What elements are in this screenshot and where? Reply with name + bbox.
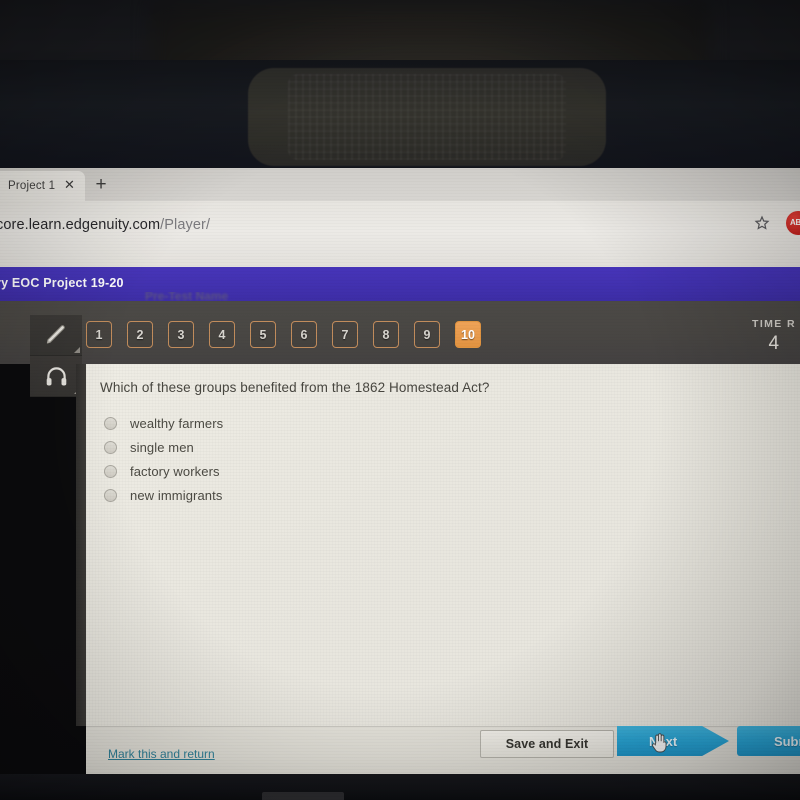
tool-expand-indicator: [74, 347, 80, 353]
question-number-10[interactable]: 10: [455, 321, 481, 348]
answer-choice-label: single men: [130, 439, 194, 455]
headphones-icon: [46, 366, 66, 385]
bookmark-star-icon[interactable]: [754, 215, 770, 231]
answer-choice-label: wealthy farmers: [130, 415, 224, 431]
answer-choice-label: new immigrants: [130, 487, 223, 503]
answer-choice-list: wealthy farmers single men factory worke…: [104, 411, 223, 507]
answer-choice-1[interactable]: wealthy farmers: [104, 411, 223, 435]
question-number-9[interactable]: 9: [414, 321, 440, 348]
question-panel: Which of these groups benefited from the…: [86, 364, 800, 726]
time-remaining-label: TIME R: [752, 318, 796, 330]
laptop-screen-photo: Project 1 ✕ + core.learn.edgenuity.com/P…: [0, 0, 800, 800]
question-number-2[interactable]: 2: [127, 321, 153, 348]
submit-button[interactable]: Subm: [737, 726, 800, 756]
answer-choice-4[interactable]: new immigrants: [104, 483, 223, 507]
text-to-speech-button[interactable]: [30, 356, 82, 397]
answer-choice-2[interactable]: single men: [104, 435, 223, 459]
url-host: core.learn.edgenuity.com: [0, 217, 161, 233]
question-number-7[interactable]: 7: [332, 321, 358, 348]
question-number-8[interactable]: 8: [373, 321, 399, 348]
time-remaining-value: 4: [768, 333, 780, 354]
save-and-exit-button[interactable]: Save and Exit: [480, 730, 614, 758]
browser-chrome: Project 1 ✕ + core.learn.edgenuity.com/P…: [0, 168, 800, 268]
question-number-4[interactable]: 4: [209, 321, 235, 348]
radio-button[interactable]: [104, 416, 117, 430]
mark-this-and-return-link[interactable]: Mark this and return: [108, 747, 215, 761]
laptop-hinge-notch: [262, 792, 344, 800]
question-number-6[interactable]: 6: [291, 321, 317, 348]
radio-button[interactable]: [104, 464, 117, 478]
next-button[interactable]: Next: [617, 726, 729, 756]
content-left-rail: [76, 364, 86, 726]
browser-tab[interactable]: Project 1 ✕: [0, 171, 85, 201]
bezel-object: [248, 68, 606, 166]
laptop-bezel: [0, 0, 800, 172]
question-number-1[interactable]: 1: [86, 321, 112, 348]
question-number-list: 1 2 3 4 5 6 7 8 9 10: [86, 321, 496, 348]
url-path: /Player/: [160, 217, 211, 233]
question-number-5[interactable]: 5: [250, 321, 276, 348]
radio-button[interactable]: [104, 488, 117, 502]
highlighter-tool-button[interactable]: [30, 315, 82, 356]
question-number-3[interactable]: 3: [168, 321, 194, 348]
browser-tabstrip: Project 1 ✕ +: [0, 168, 800, 201]
question-footer: Mark this and return Save and Exit Next …: [86, 726, 800, 775]
close-icon[interactable]: ✕: [63, 178, 76, 191]
laptop-bottom-edge: [0, 774, 800, 800]
plus-icon[interactable]: +: [90, 174, 112, 196]
time-remaining: TIME R 4: [752, 318, 796, 355]
browser-urlbar[interactable]: core.learn.edgenuity.com/Player/: [0, 201, 800, 268]
tool-palette: [30, 315, 82, 397]
tab-title: Project 1: [8, 180, 56, 192]
pencil-icon: [46, 325, 65, 344]
radio-button[interactable]: [104, 440, 117, 454]
page-title: ry EOC Project 19-20: [0, 276, 124, 290]
question-text: Which of these groups benefited from the…: [100, 380, 490, 395]
answer-choice-label: factory workers: [130, 463, 220, 479]
url-display: core.learn.edgenuity.com/Player/: [0, 217, 210, 233]
answer-choice-3[interactable]: factory workers: [104, 459, 223, 483]
